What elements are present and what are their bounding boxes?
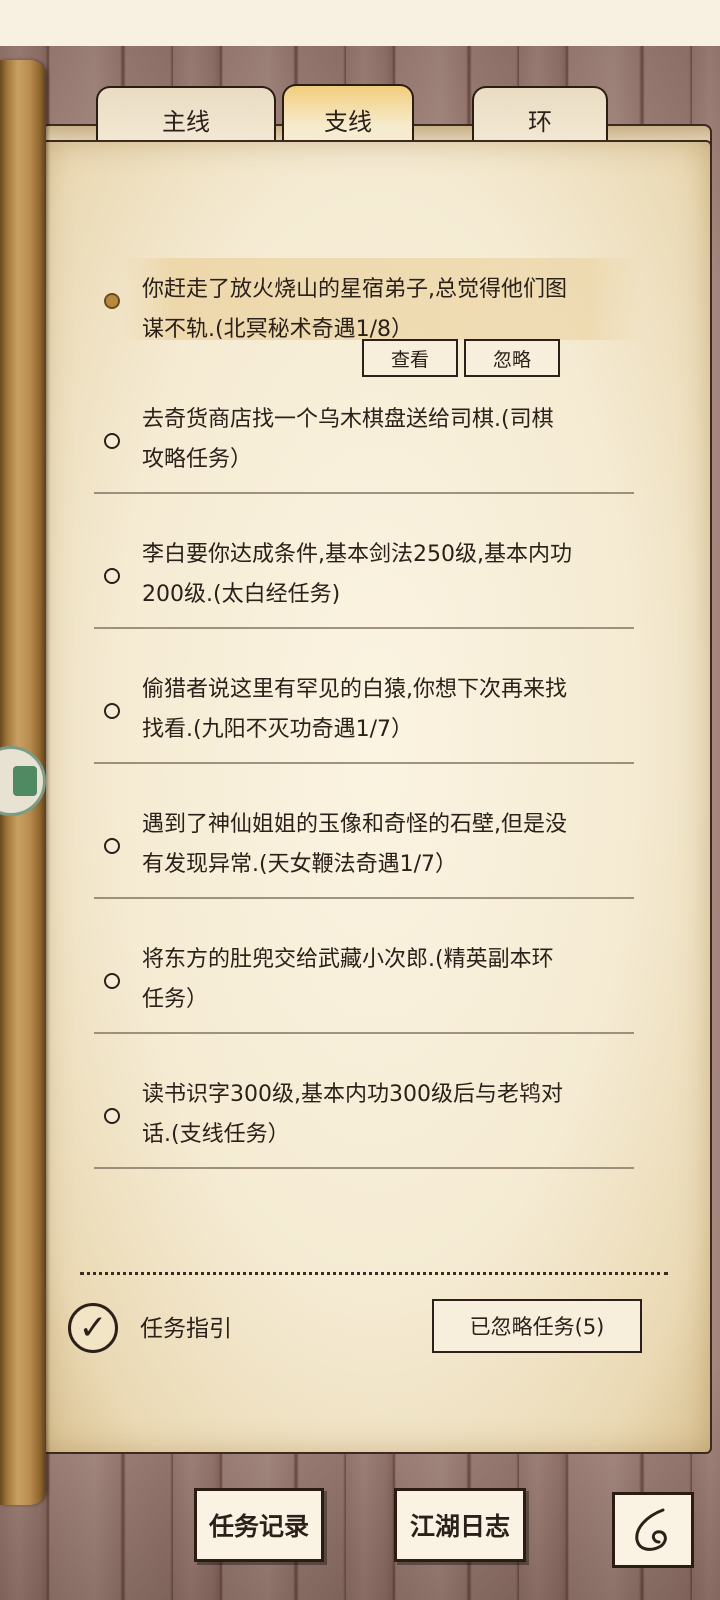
- app-icon: [13, 766, 37, 796]
- quest-text-line: 200级.(太白经任务): [142, 582, 341, 607]
- quest-text-line: 找看.(九阳不灭功奇遇1/7）: [142, 717, 413, 742]
- quest-text-line: 有发现异常.(天女鞭法奇遇1/7）: [142, 852, 457, 877]
- jianghu-journal-button[interactable]: 江湖日志: [394, 1488, 526, 1562]
- quest-item[interactable]: 遇到了神仙姐姐的玉像和奇怪的石壁,但是没 有发现异常.(天女鞭法奇遇1/7）: [96, 805, 636, 885]
- quest-text-line: 攻略任务）: [142, 447, 253, 472]
- quest-text-line: 遇到了神仙姐姐的玉像和奇怪的石壁,但是没: [142, 812, 567, 837]
- quest-item[interactable]: 你赶走了放火烧山的星宿弟子,总觉得他们图 谋不轨.(北冥秘术奇遇1/8）: [96, 258, 642, 350]
- checkmark-icon: ✓: [78, 1308, 108, 1348]
- quest-bullet: [104, 433, 120, 449]
- quest-bullet: [104, 568, 120, 584]
- dotted-separator: [80, 1272, 668, 1275]
- quest-item[interactable]: 去奇货商店找一个乌木棋盘送给司棋.(司棋 攻略任务）: [96, 400, 636, 480]
- quest-text-line: 偷猎者说这里有罕见的白猿,你想下次再来找: [142, 677, 567, 702]
- quest-bullet: [104, 703, 120, 719]
- ignored-quests-button[interactable]: 已忽略任务(5): [432, 1299, 642, 1353]
- quest-text-line: 话.(支线任务）: [142, 1122, 290, 1147]
- status-bar: [0, 0, 720, 46]
- back-button[interactable]: [612, 1492, 694, 1568]
- quest-bullet: [104, 293, 120, 309]
- divider: [94, 492, 634, 494]
- divider: [94, 627, 634, 629]
- quest-bullet: [104, 838, 120, 854]
- quest-item[interactable]: 偷猎者说这里有罕见的白猿,你想下次再来找 找看.(九阳不灭功奇遇1/7）: [96, 670, 636, 750]
- guide-checkbox[interactable]: ✓: [68, 1303, 118, 1353]
- quest-bullet: [104, 973, 120, 989]
- guide-label: 任务指引: [140, 1316, 232, 1342]
- view-button[interactable]: 查看: [362, 339, 458, 377]
- quest-text-line: 你赶走了放火烧山的星宿弟子,总觉得他们图: [142, 277, 567, 302]
- quest-text-line: 任务）: [142, 987, 209, 1012]
- quest-bullet: [104, 1108, 120, 1124]
- quest-text-line: 去奇货商店找一个乌木棋盘送给司棋.(司棋: [142, 407, 554, 432]
- quest-item[interactable]: 读书识字300级,基本内功300级后与老鸨对 话.(支线任务）: [96, 1075, 636, 1155]
- divider: [94, 762, 634, 764]
- quest-item[interactable]: 将东方的肚兜交给武藏小次郎.(精英副本环 任务）: [96, 940, 636, 1020]
- quest-text-line: 读书识字300级,基本内功300级后与老鸨对: [142, 1082, 563, 1107]
- divider: [94, 1032, 634, 1034]
- quest-item[interactable]: 李白要你达成条件,基本剑法250级,基本内功 200级.(太白经任务): [96, 535, 636, 615]
- divider: [94, 897, 634, 899]
- back-swirl-icon: [635, 1508, 667, 1551]
- quest-text-line: 将东方的肚兜交给武藏小次郎.(精英副本环: [142, 947, 554, 972]
- quest-record-button[interactable]: 任务记录: [194, 1488, 324, 1562]
- quest-text-line: 李白要你达成条件,基本剑法250级,基本内功: [142, 542, 572, 567]
- divider: [94, 1167, 634, 1169]
- ignore-button[interactable]: 忽略: [464, 339, 560, 377]
